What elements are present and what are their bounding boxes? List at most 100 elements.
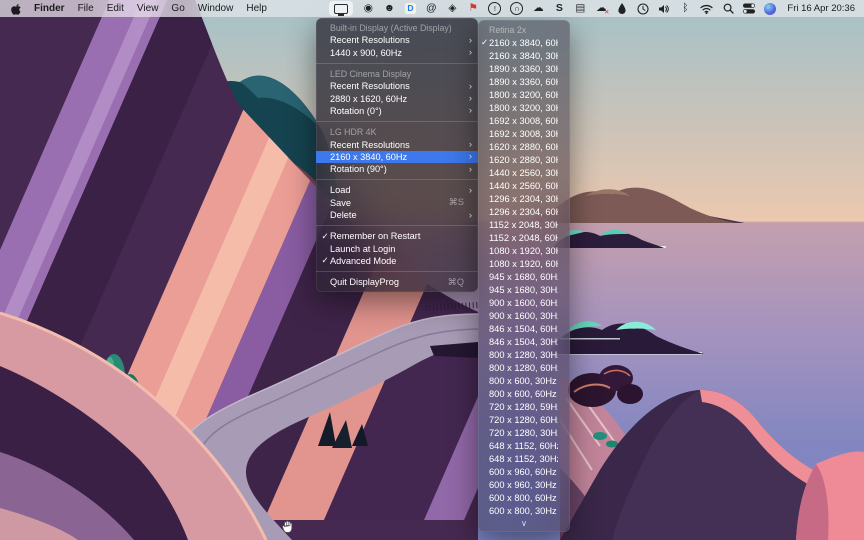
- resolution-row[interactable]: 900 x 1600, 30Hz: [478, 309, 570, 322]
- menu-row[interactable]: Launch at Login: [316, 242, 478, 254]
- resolution-row[interactable]: 720 x 1280, 59Hz: [478, 400, 570, 413]
- compass-diamond-icon[interactable]: ◈: [446, 2, 458, 15]
- resolution-row[interactable]: 1296 x 2304, 60Hz: [478, 205, 570, 218]
- resolution-row[interactable]: 945 x 1680, 30Hz: [478, 283, 570, 296]
- resolution-label: 1152 x 2048, 60Hz: [489, 233, 558, 243]
- resolution-row[interactable]: ✓ 2160 x 3840, 60Hz: [478, 36, 570, 49]
- audio-circle-icon[interactable]: ∩: [510, 2, 523, 15]
- menu-row[interactable]: Quit DisplayProg ⌘Q: [316, 276, 478, 288]
- resolution-row[interactable]: 720 x 1280, 30Hz: [478, 426, 570, 439]
- resolution-row[interactable]: 800 x 1280, 30Hz: [478, 348, 570, 361]
- search-icon[interactable]: [722, 2, 734, 15]
- menu-row[interactable]: Save ⌘S: [316, 197, 478, 209]
- menubar-menu[interactable]: View: [137, 3, 159, 14]
- printer-icon[interactable]: ▤: [574, 2, 586, 15]
- resolution-label: 720 x 1280, 60Hz: [489, 415, 558, 425]
- menu-row[interactable]: 2160 x 3840, 60Hz ›: [316, 151, 478, 163]
- scroll-down-indicator[interactable]: ∨: [478, 517, 570, 529]
- menu-row[interactable]: Recent Resolutions ›: [316, 138, 478, 150]
- menu-bar-clock[interactable]: Fri 16 Apr 20:36: [787, 3, 855, 14]
- resolution-row[interactable]: 1620 x 2880, 30Hz: [478, 153, 570, 166]
- menu-row[interactable]: ✓ Advanced Mode: [316, 255, 478, 267]
- menu-row[interactable]: Rotation (90°) ›: [316, 163, 478, 175]
- resolution-row[interactable]: 846 x 1504, 60Hz: [478, 322, 570, 335]
- resolution-row: Retina 2x: [478, 23, 570, 36]
- submenu-arrow-icon: ›: [464, 47, 472, 58]
- resolution-row[interactable]: 648 x 1152, 60Hz: [478, 439, 570, 452]
- clock-icon[interactable]: [637, 2, 649, 15]
- resolution-row[interactable]: 1440 x 2560, 30Hz: [478, 166, 570, 179]
- resolution-row[interactable]: 1152 x 2048, 60Hz: [478, 231, 570, 244]
- wifi-icon[interactable]: [700, 2, 713, 15]
- resolution-row[interactable]: 846 x 1504, 30Hz: [478, 335, 570, 348]
- apple-menu[interactable]: [11, 3, 21, 15]
- menu-row[interactable]: Recent Resolutions ›: [316, 34, 478, 46]
- menu-item-label: Quit DisplayProg: [330, 277, 440, 287]
- menu-item-label: 2160 x 3840, 60Hz: [330, 152, 456, 162]
- resolution-label: 1800 x 3200, 60Hz: [489, 90, 558, 100]
- resolution-row[interactable]: 600 x 960, 30Hz: [478, 478, 570, 491]
- resolution-row[interactable]: 1692 x 3008, 30Hz: [478, 127, 570, 140]
- adobe-cc-icon[interactable]: ◉: [362, 2, 374, 15]
- cloud-icon[interactable]: ☁: [532, 2, 544, 15]
- resolution-row[interactable]: 800 x 600, 30Hz: [478, 374, 570, 387]
- menu-bar-status-area: ◉ ☻ D @ ◈ ⚑ ! ∩ ☁ S ▤ ☁✕ ᛒ: [329, 1, 864, 16]
- menu-row[interactable]: 1440 x 900, 60Hz ›: [316, 47, 478, 59]
- menubar-menu[interactable]: Go: [171, 3, 184, 14]
- resolution-row[interactable]: 1152 x 2048, 30Hz: [478, 218, 570, 231]
- resolution-row[interactable]: 1890 x 3360, 60Hz: [478, 75, 570, 88]
- menu-row: [316, 117, 478, 126]
- menu-bar-left: Finder File Edit View Go Window Help: [0, 3, 280, 15]
- siri-icon[interactable]: [764, 2, 776, 15]
- resolution-row[interactable]: 600 x 960, 60Hz: [478, 465, 570, 478]
- menu-row[interactable]: Recent Resolutions ›: [316, 80, 478, 92]
- s-letter-icon[interactable]: S: [553, 2, 565, 15]
- resolution-row[interactable]: 2160 x 3840, 30Hz: [478, 49, 570, 62]
- at-circle-icon[interactable]: @: [425, 2, 437, 15]
- control-center-icon[interactable]: [743, 2, 755, 15]
- menu-row[interactable]: ✓ Remember on Restart: [316, 230, 478, 242]
- resolution-row[interactable]: 1800 x 3200, 60Hz: [478, 88, 570, 101]
- menubar-menu[interactable]: File: [78, 3, 94, 14]
- resolution-row[interactable]: 945 x 1680, 60Hz: [478, 270, 570, 283]
- display-icon[interactable]: [329, 1, 353, 16]
- resolution-row[interactable]: 600 x 800, 60Hz: [478, 491, 570, 504]
- resolution-row[interactable]: 1080 x 1920, 60Hz: [478, 257, 570, 270]
- ink-drop-icon[interactable]: [616, 2, 628, 15]
- active-app-name[interactable]: Finder: [34, 3, 65, 14]
- menubar-menu[interactable]: Window: [198, 3, 234, 14]
- resolution-row[interactable]: 800 x 1280, 60Hz: [478, 361, 570, 374]
- alert-circle-icon[interactable]: !: [488, 2, 501, 15]
- resolution-row[interactable]: 1296 x 2304, 30Hz: [478, 192, 570, 205]
- resolution-row[interactable]: 1800 x 3200, 30Hz: [478, 101, 570, 114]
- volume-icon[interactable]: [658, 2, 670, 15]
- menu-row[interactable]: 2880 x 1620, 60Hz ›: [316, 92, 478, 104]
- resolution-row[interactable]: 900 x 1600, 60Hz: [478, 296, 570, 309]
- resolution-label: 2160 x 3840, 60Hz: [489, 38, 558, 48]
- menu-row[interactable]: Delete ›: [316, 209, 478, 221]
- cat-app-icon[interactable]: ☻: [383, 2, 395, 15]
- bluetooth-icon[interactable]: ᛒ: [679, 2, 691, 15]
- resolution-row[interactable]: 648 x 1152, 30Hz: [478, 452, 570, 465]
- menu-item-label: Rotation (90°): [330, 164, 456, 174]
- menu-row[interactable]: Load ›: [316, 184, 478, 196]
- menu-row[interactable]: Rotation (0°) ›: [316, 105, 478, 117]
- resolution-row[interactable]: 1692 x 3008, 60Hz: [478, 114, 570, 127]
- resolution-row[interactable]: 1890 x 3360, 30Hz: [478, 62, 570, 75]
- resolution-row[interactable]: 1620 x 2880, 60Hz: [478, 140, 570, 153]
- resolution-row[interactable]: 800 x 600, 60Hz: [478, 387, 570, 400]
- d-letter-app-icon[interactable]: D: [404, 2, 416, 15]
- menu-item-label: Load: [330, 185, 456, 195]
- menubar-menu[interactable]: Help: [246, 3, 267, 14]
- resolution-row[interactable]: 1080 x 1920, 30Hz: [478, 244, 570, 257]
- resolution-label: 846 x 1504, 60Hz: [489, 324, 558, 334]
- menubar-menu[interactable]: Edit: [107, 3, 124, 14]
- red-flag-icon[interactable]: ⚑: [467, 2, 479, 15]
- resolution-row[interactable]: 720 x 1280, 60Hz: [478, 413, 570, 426]
- menu-item-label: Remember on Restart: [330, 231, 456, 241]
- resolution-row[interactable]: 1440 x 2560, 60Hz: [478, 179, 570, 192]
- resolution-label: 1890 x 3360, 30Hz: [489, 64, 558, 74]
- cloud-offline-icon[interactable]: ☁✕: [595, 2, 607, 15]
- desktop: Finder File Edit View Go Window Help ◉ ☻ D @ …: [0, 0, 864, 540]
- resolution-row[interactable]: 600 x 800, 30Hz: [478, 504, 570, 517]
